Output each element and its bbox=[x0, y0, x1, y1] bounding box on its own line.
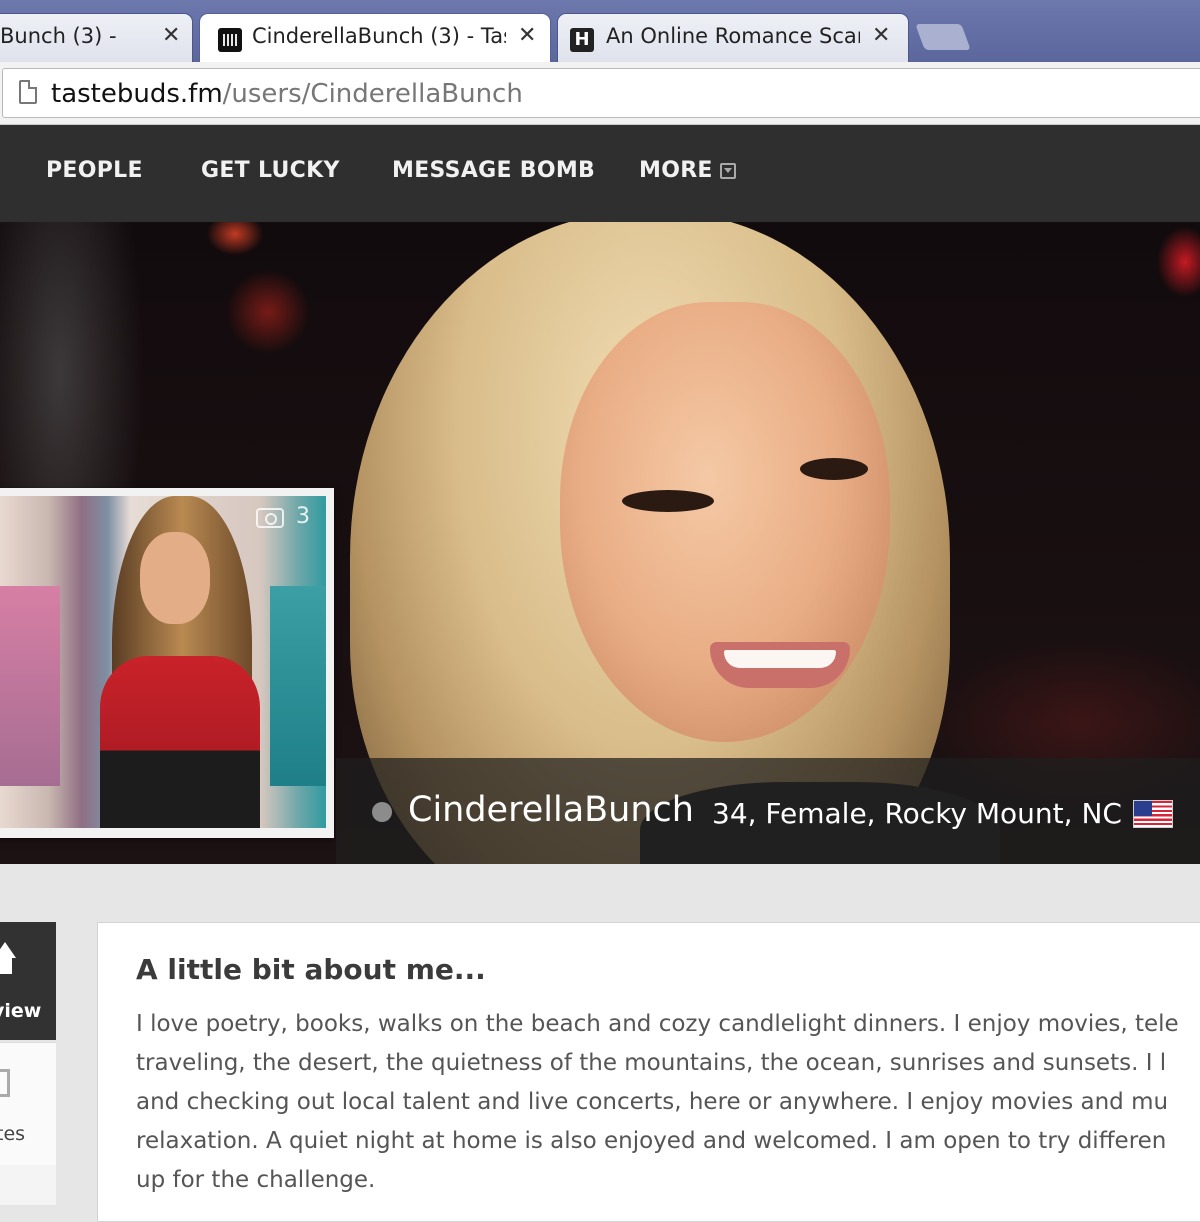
nav-item-get-lucky[interactable]: GET LUCKY bbox=[201, 158, 340, 183]
online-status-indicator bbox=[372, 802, 392, 822]
sidebar-item-notes[interactable]: tes bbox=[0, 1042, 56, 1166]
profile-photo: 3 bbox=[0, 496, 326, 828]
profile-photo-thumbnail[interactable]: 3 bbox=[0, 488, 334, 838]
profile-cover-photo: 3 CinderellaBunch 34, Female, Rocky Moun… bbox=[0, 222, 1200, 864]
photo-clothing-rack bbox=[0, 586, 60, 786]
profile-details: 34, Female, Rocky Mount, NC bbox=[712, 797, 1122, 830]
tab-title: Bunch (3) - Tast bbox=[0, 24, 120, 48]
about-me-text-line: relaxation. A quiet night at home is als… bbox=[136, 1128, 1167, 1154]
about-me-card: A little bit about me... I love poetry, … bbox=[97, 922, 1200, 1222]
tab-title: An Online Romance Scam bbox=[606, 24, 860, 48]
profile-username: CinderellaBunch bbox=[408, 790, 694, 830]
cover-photo-eye bbox=[800, 458, 868, 480]
photo-clothing-rack bbox=[270, 586, 326, 786]
about-me-text-line: traveling, the desert, the quietness of … bbox=[136, 1050, 1167, 1076]
sidebar-item-label: view bbox=[0, 1000, 42, 1022]
about-me-text-line: up for the challenge. bbox=[136, 1167, 376, 1193]
us-flag-icon bbox=[1133, 800, 1173, 828]
close-icon[interactable]: ✕ bbox=[518, 23, 536, 48]
cover-photo-eye bbox=[622, 490, 714, 512]
profile-info-bar: CinderellaBunch 34, Female, Rocky Mount,… bbox=[336, 758, 1200, 864]
tastebuds-favicon-icon bbox=[218, 28, 242, 52]
close-icon[interactable]: ✕ bbox=[872, 23, 890, 48]
url-host: tastebuds.fm bbox=[51, 79, 223, 109]
hub-favicon-icon: H bbox=[570, 28, 594, 52]
photo-subject-face bbox=[140, 532, 210, 624]
nav-item-message-bomb[interactable]: MESSAGE BOMB bbox=[392, 158, 595, 183]
browser-tab-strip: Bunch (3) - Tast ✕ CinderellaBunch (3) -… bbox=[0, 0, 1200, 62]
home-icon bbox=[0, 942, 16, 982]
nav-item-more[interactable]: MORE bbox=[639, 158, 713, 183]
browser-tab-3[interactable]: H An Online Romance Scam ✕ bbox=[558, 14, 908, 62]
photo-subject-shirt bbox=[100, 656, 260, 828]
sidebar-item-label: tes bbox=[0, 1123, 26, 1145]
document-icon bbox=[0, 1069, 10, 1097]
address-bar[interactable]: tastebuds.fm/users/CinderellaBunch bbox=[2, 68, 1200, 118]
camera-icon bbox=[256, 508, 284, 528]
close-icon[interactable]: ✕ bbox=[162, 23, 180, 48]
chevron-down-icon[interactable] bbox=[720, 163, 736, 179]
cover-photo-smile bbox=[710, 642, 850, 688]
browser-tab-2-active[interactable]: CinderellaBunch (3) - Tast ✕ bbox=[200, 14, 550, 62]
tab-title: CinderellaBunch (3) - Tast bbox=[252, 24, 506, 48]
photo-count: 3 bbox=[296, 504, 310, 529]
about-me-text-line: and checking out local talent and live c… bbox=[136, 1089, 1169, 1115]
sidebar-item-next[interactable] bbox=[0, 1165, 56, 1205]
about-me-title: A little bit about me... bbox=[136, 953, 486, 986]
url-path: /users/CinderellaBunch bbox=[222, 79, 523, 109]
site-navigation: PEOPLE GET LUCKY MESSAGE BOMB MORE bbox=[0, 125, 1200, 222]
sidebar-item-overview[interactable]: view bbox=[0, 922, 56, 1040]
page-icon bbox=[19, 80, 37, 104]
about-me-text-line: I love poetry, books, walks on the beach… bbox=[136, 1011, 1179, 1037]
browser-toolbar: tastebuds.fm/users/CinderellaBunch bbox=[0, 62, 1200, 125]
browser-tab-1[interactable]: Bunch (3) - Tast ✕ bbox=[0, 14, 192, 62]
url-text[interactable]: tastebuds.fm/users/CinderellaBunch bbox=[51, 79, 523, 109]
nav-item-people[interactable]: PEOPLE bbox=[46, 158, 143, 183]
new-tab-button[interactable] bbox=[915, 24, 971, 50]
